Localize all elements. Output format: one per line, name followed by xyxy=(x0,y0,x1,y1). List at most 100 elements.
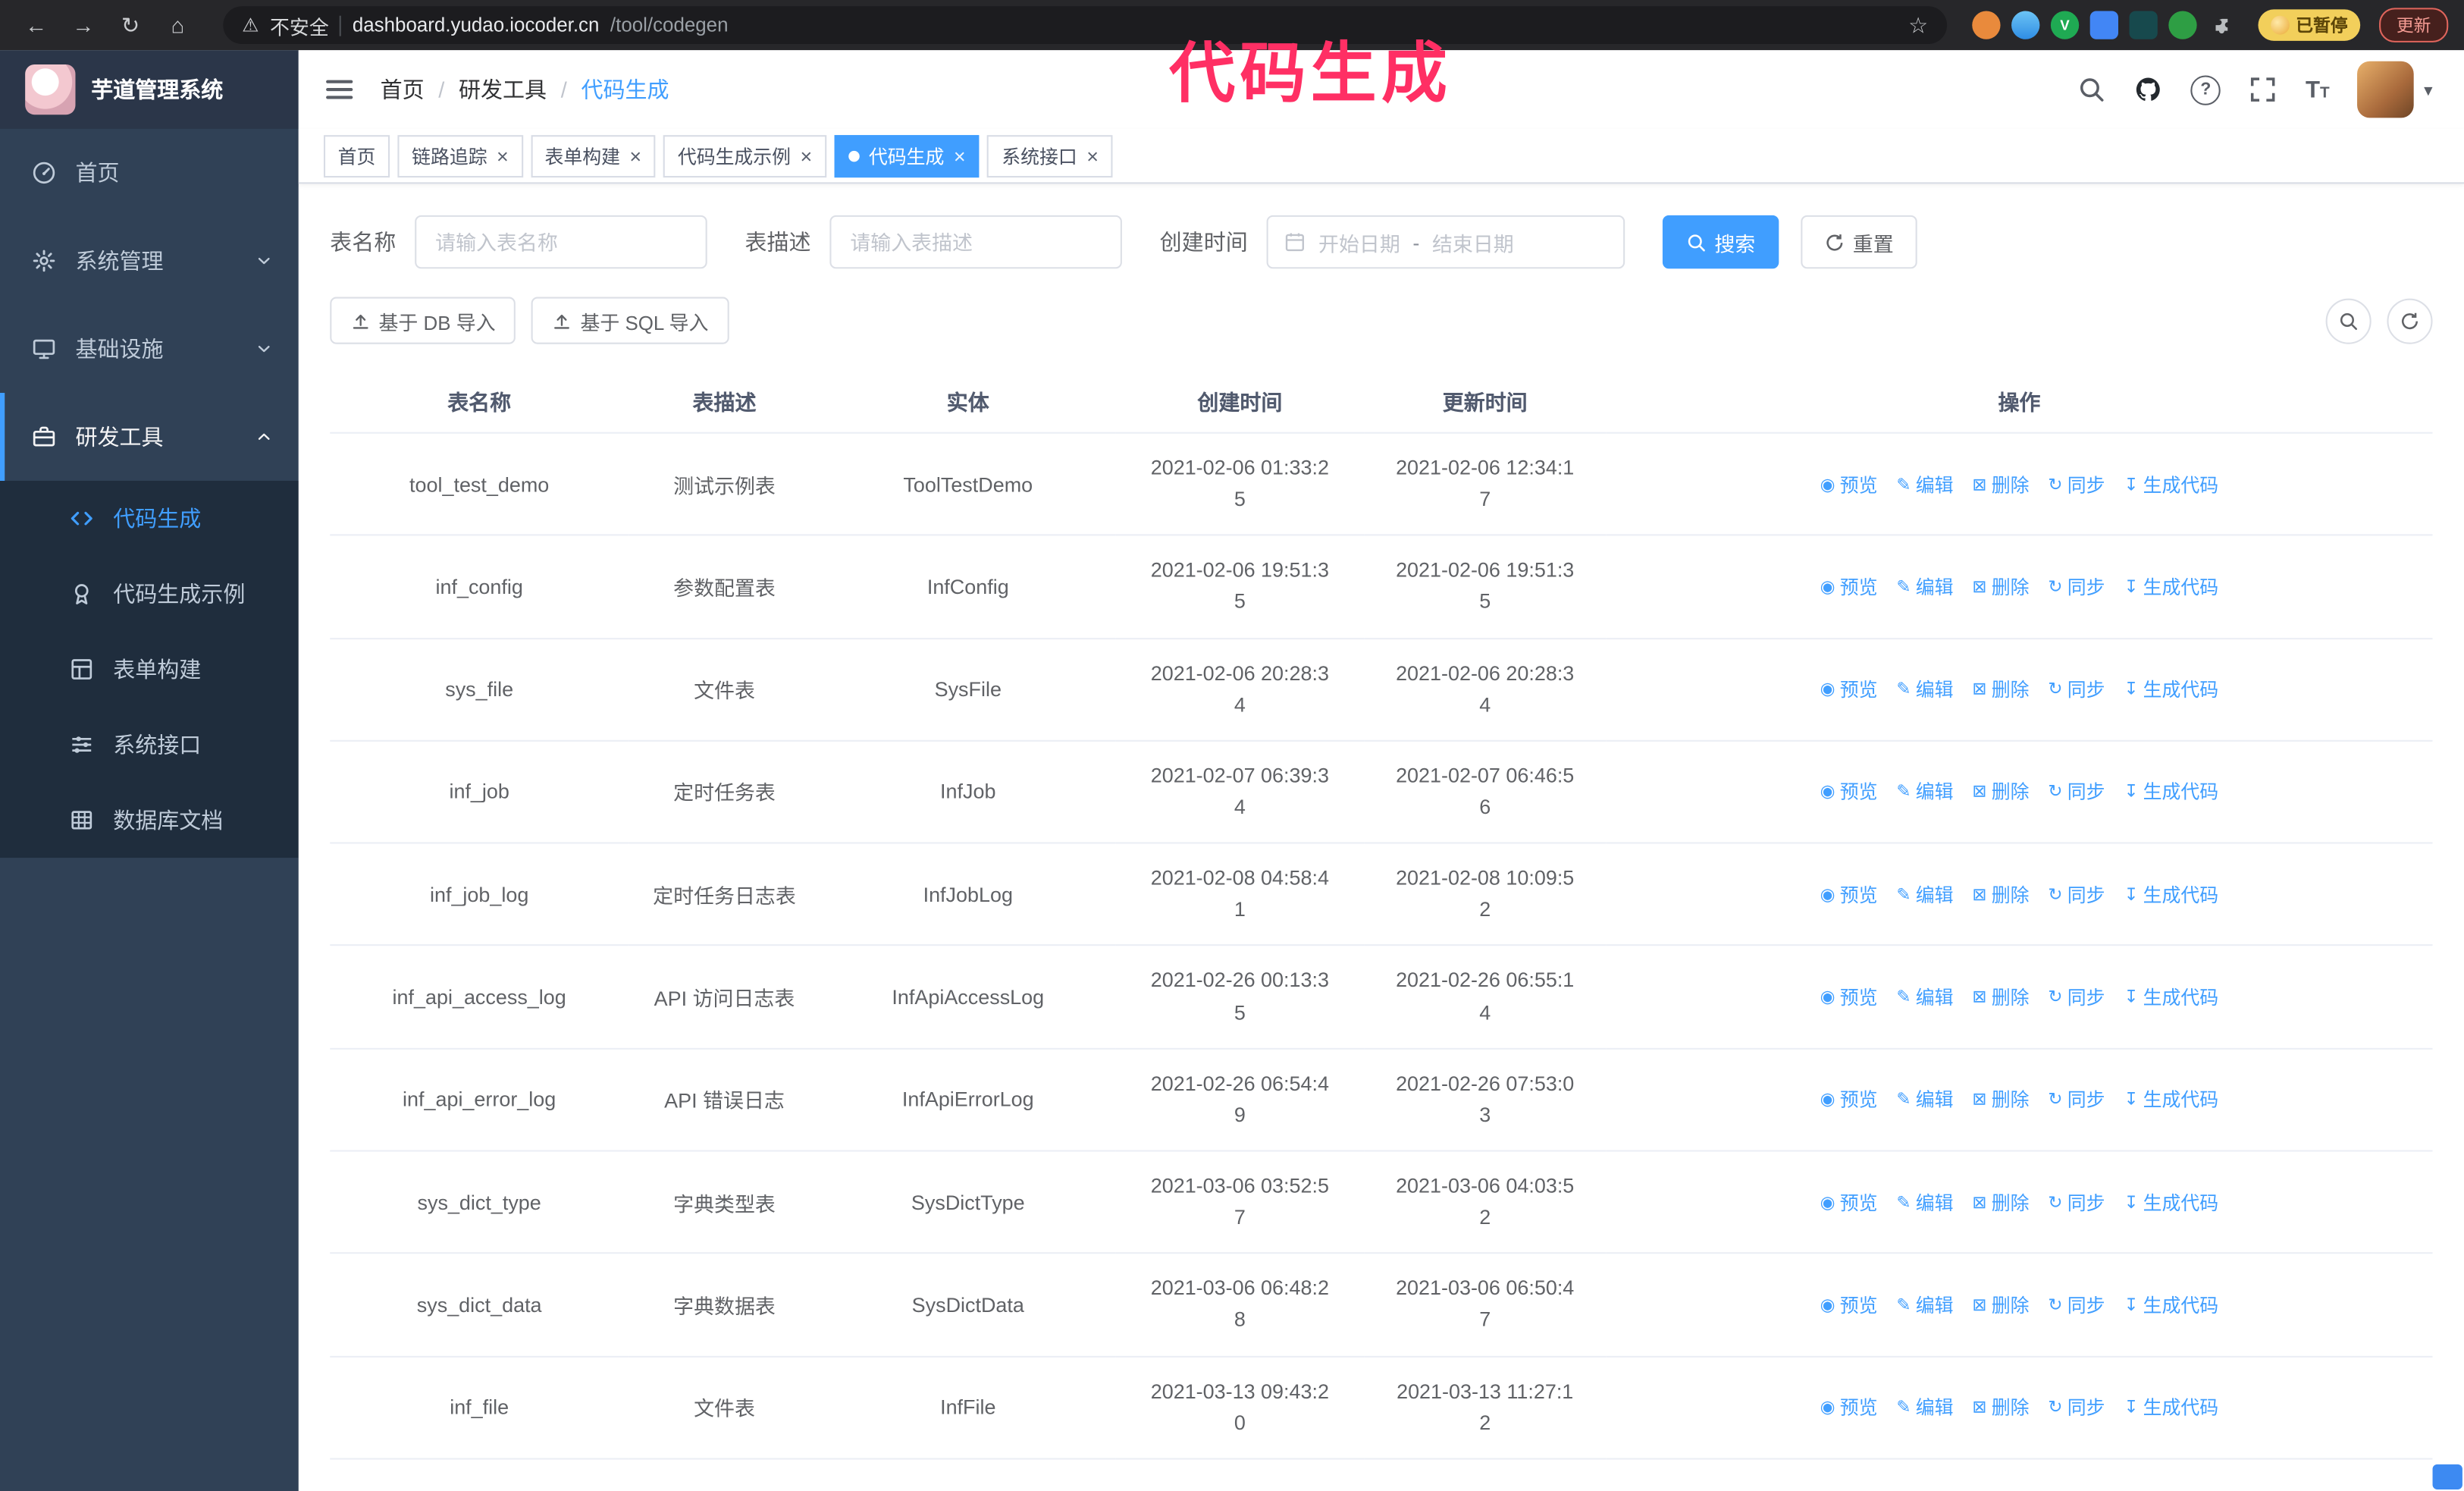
extensions-puzzle-icon[interactable] xyxy=(2208,11,2236,39)
edit-link[interactable]: ✎ 编辑 xyxy=(1896,881,1953,908)
preview-link[interactable]: ◉ 预览 xyxy=(1820,471,1878,498)
sidebar-item-home[interactable]: 首页 xyxy=(0,129,299,217)
table-desc-input[interactable] xyxy=(829,215,1122,269)
toggle-search-button[interactable] xyxy=(2325,297,2372,344)
generate-code-link[interactable]: ↧ 生成代码 xyxy=(2124,1394,2218,1420)
extension-icon[interactable] xyxy=(1972,11,2001,39)
paused-badge[interactable]: 已暂停 xyxy=(2258,9,2361,41)
sidebar-item-system-management[interactable]: 系统管理 xyxy=(0,217,299,305)
avatar[interactable] xyxy=(2358,61,2415,118)
search-icon[interactable] xyxy=(2077,75,2105,103)
preview-link[interactable]: ◉ 预览 xyxy=(1820,1086,1878,1113)
font-size-icon[interactable]: TT xyxy=(2306,76,2330,102)
edit-link[interactable]: ✎ 编辑 xyxy=(1896,1188,1953,1215)
browser-refresh-button[interactable]: ↻ xyxy=(110,5,151,46)
tab-form-builder[interactable]: 表单构建 × xyxy=(530,134,656,177)
import-sql-button[interactable]: 基于 SQL 导入 xyxy=(531,297,729,344)
delete-link[interactable]: ⊠ 删除 xyxy=(1972,1292,2029,1318)
close-icon[interactable]: × xyxy=(801,146,813,166)
sidebar-item-codegen[interactable]: 代码生成 xyxy=(0,481,299,556)
delete-link[interactable]: ⊠ 删除 xyxy=(1972,471,2029,498)
github-icon[interactable] xyxy=(2134,75,2162,103)
preview-link[interactable]: ◉ 预览 xyxy=(1820,1292,1878,1318)
browser-home-button[interactable]: ⌂ xyxy=(157,5,198,46)
hamburger-icon[interactable] xyxy=(324,74,355,105)
search-button[interactable]: 搜索 xyxy=(1662,215,1779,269)
close-icon[interactable]: × xyxy=(629,146,641,166)
bookmark-star-icon[interactable]: ☆ xyxy=(1908,12,1928,39)
sync-link[interactable]: ↻ 同步 xyxy=(2048,676,2105,702)
edit-link[interactable]: ✎ 编辑 xyxy=(1896,984,1953,1010)
generate-code-link[interactable]: ↧ 生成代码 xyxy=(2124,573,2218,600)
sidebar-item-dev-tools[interactable]: 研发工具 xyxy=(0,393,299,481)
table-name-input[interactable] xyxy=(415,215,707,269)
extension-icon[interactable] xyxy=(2129,11,2158,39)
tab-home[interactable]: 首页 xyxy=(323,134,390,177)
sync-link[interactable]: ↻ 同步 xyxy=(2048,573,2105,600)
breadcrumb-dev-tools[interactable]: 研发工具 xyxy=(459,74,547,105)
extension-icon[interactable] xyxy=(2089,11,2118,39)
preview-link[interactable]: ◉ 预览 xyxy=(1820,881,1878,908)
edit-link[interactable]: ✎ 编辑 xyxy=(1896,778,1953,805)
generate-code-link[interactable]: ↧ 生成代码 xyxy=(2124,778,2218,805)
fullscreen-icon[interactable] xyxy=(2249,75,2277,103)
edit-link[interactable]: ✎ 编辑 xyxy=(1896,573,1953,600)
preview-link[interactable]: ◉ 预览 xyxy=(1820,1188,1878,1215)
close-icon[interactable]: × xyxy=(1086,146,1099,166)
sidebar-item-system-api[interactable]: 系统接口 xyxy=(0,707,299,782)
sidebar-item-infrastructure[interactable]: 基础设施 xyxy=(0,305,299,393)
generate-code-link[interactable]: ↧ 生成代码 xyxy=(2124,1086,2218,1113)
browser-forward-button[interactable]: → xyxy=(63,5,104,46)
extension-icon[interactable] xyxy=(2168,11,2197,39)
tab-codegen[interactable]: 代码生成 × xyxy=(834,134,980,177)
generate-code-link[interactable]: ↧ 生成代码 xyxy=(2124,471,2218,498)
extension-icon[interactable] xyxy=(2011,11,2040,39)
sync-link[interactable]: ↻ 同步 xyxy=(2048,471,2105,498)
browser-update-button[interactable]: 更新 xyxy=(2379,8,2449,42)
sync-link[interactable]: ↻ 同步 xyxy=(2048,1292,2105,1318)
sidebar-item-codegen-example[interactable]: 代码生成示例 xyxy=(0,556,299,631)
reset-button[interactable]: 重置 xyxy=(1801,215,1917,269)
delete-link[interactable]: ⊠ 删除 xyxy=(1972,1086,2029,1113)
close-icon[interactable]: × xyxy=(954,146,966,166)
tab-trace[interactable]: 链路追踪 × xyxy=(397,134,523,177)
generate-code-link[interactable]: ↧ 生成代码 xyxy=(2124,676,2218,702)
edit-link[interactable]: ✎ 编辑 xyxy=(1896,1292,1953,1318)
help-icon[interactable]: ? xyxy=(2190,74,2221,105)
preview-link[interactable]: ◉ 预览 xyxy=(1820,778,1878,805)
close-icon[interactable]: × xyxy=(497,146,509,166)
user-menu[interactable]: ▾ xyxy=(2358,61,2433,118)
sync-link[interactable]: ↻ 同步 xyxy=(2048,1394,2105,1420)
delete-link[interactable]: ⊠ 删除 xyxy=(1972,1188,2029,1215)
sidebar-item-db-doc[interactable]: 数据库文档 xyxy=(0,783,299,858)
sync-link[interactable]: ↻ 同步 xyxy=(2048,881,2105,908)
delete-link[interactable]: ⊠ 删除 xyxy=(1972,1394,2029,1420)
delete-link[interactable]: ⊠ 删除 xyxy=(1972,984,2029,1010)
delete-link[interactable]: ⊠ 删除 xyxy=(1972,881,2029,908)
generate-code-link[interactable]: ↧ 生成代码 xyxy=(2124,1188,2218,1215)
sync-link[interactable]: ↻ 同步 xyxy=(2048,1188,2105,1215)
delete-link[interactable]: ⊠ 删除 xyxy=(1972,676,2029,702)
address-bar[interactable]: ⚠ 不安全 dashboard.yudao.iocoder.cn /tool/c… xyxy=(223,6,1948,45)
edit-link[interactable]: ✎ 编辑 xyxy=(1896,1086,1953,1113)
edit-link[interactable]: ✎ 编辑 xyxy=(1896,1394,1953,1420)
sync-link[interactable]: ↻ 同步 xyxy=(2048,1086,2105,1113)
generate-code-link[interactable]: ↧ 生成代码 xyxy=(2124,984,2218,1010)
preview-link[interactable]: ◉ 预览 xyxy=(1820,676,1878,702)
preview-link[interactable]: ◉ 预览 xyxy=(1820,984,1878,1010)
sidebar-item-form-builder[interactable]: 表单构建 xyxy=(0,632,299,707)
sync-link[interactable]: ↻ 同步 xyxy=(2048,984,2105,1010)
tab-system-api[interactable]: 系统接口 × xyxy=(987,134,1113,177)
import-db-button[interactable]: 基于 DB 导入 xyxy=(330,297,516,344)
edit-link[interactable]: ✎ 编辑 xyxy=(1896,676,1953,702)
extension-icon[interactable]: V xyxy=(2050,11,2080,39)
edit-link[interactable]: ✎ 编辑 xyxy=(1896,471,1953,498)
browser-back-button[interactable]: ← xyxy=(16,5,57,46)
tab-codegen-example[interactable]: 代码生成示例 × xyxy=(663,134,826,177)
back-to-top-button[interactable] xyxy=(2432,1464,2462,1489)
sidebar-logo[interactable]: 芋道管理系统 xyxy=(0,50,299,129)
generate-code-link[interactable]: ↧ 生成代码 xyxy=(2124,881,2218,908)
generate-code-link[interactable]: ↧ 生成代码 xyxy=(2124,1292,2218,1318)
preview-link[interactable]: ◉ 预览 xyxy=(1820,1394,1878,1420)
preview-link[interactable]: ◉ 预览 xyxy=(1820,573,1878,600)
